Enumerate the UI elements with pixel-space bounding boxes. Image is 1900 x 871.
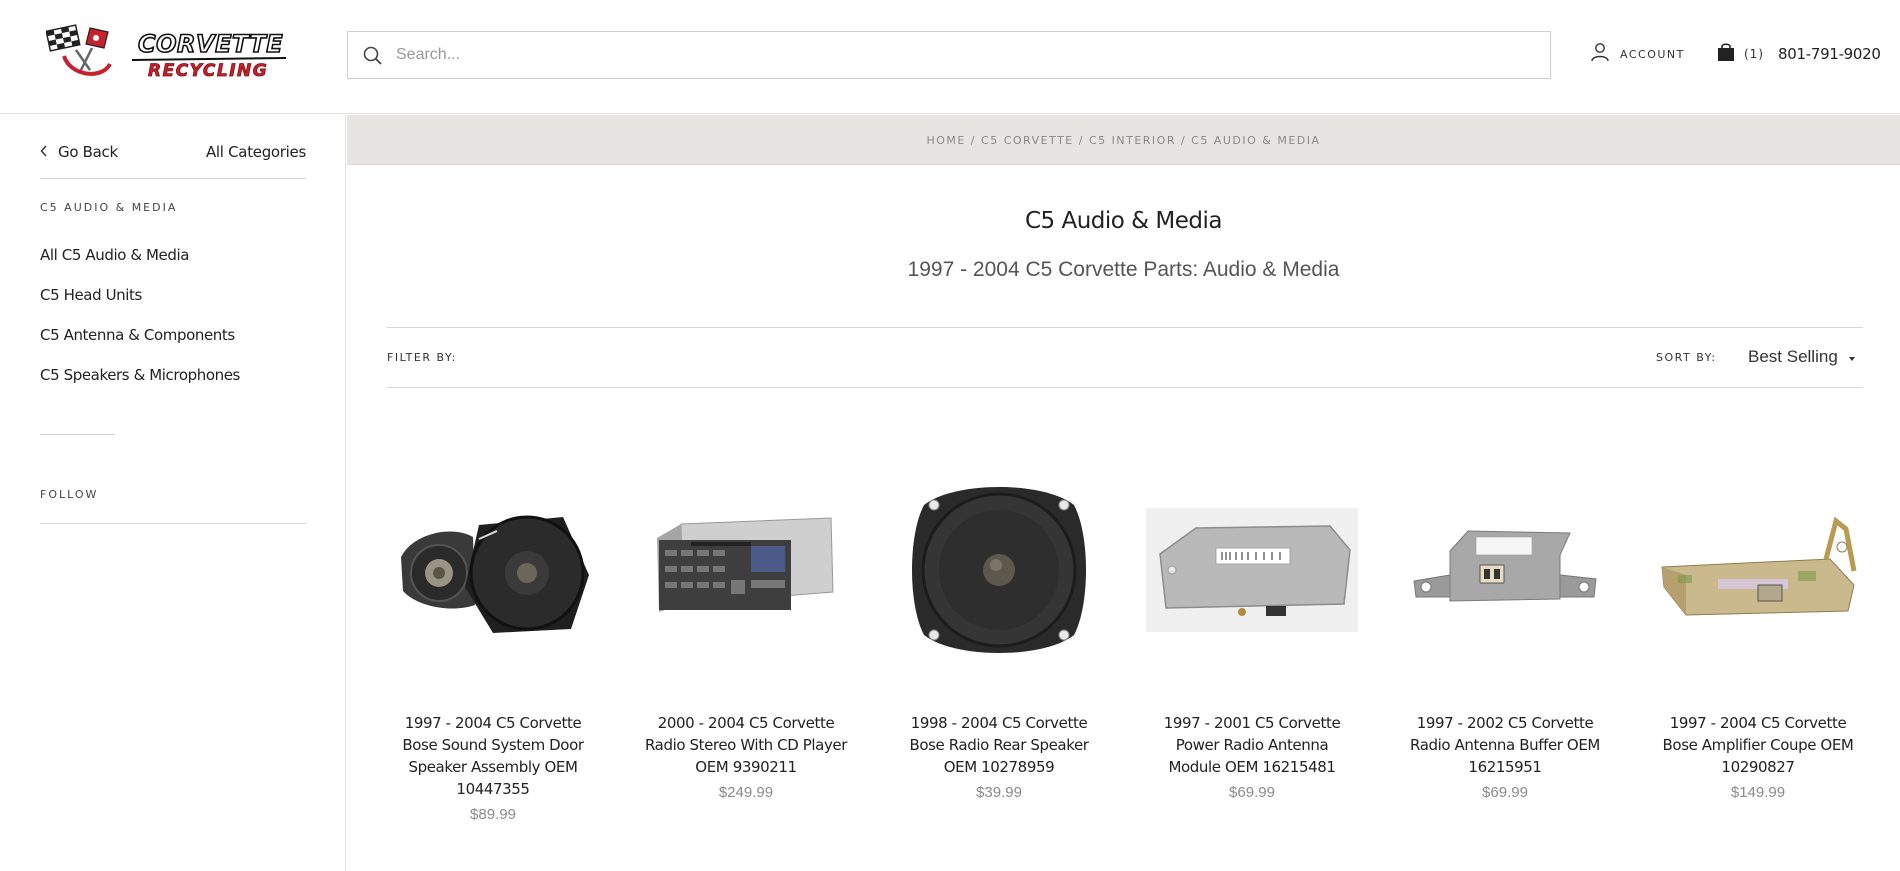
sidebar-item-speakers-microphones[interactable]: C5 Speakers & Microphones [40,366,240,406]
cart-count: (1) [1744,47,1764,61]
product-card[interactable]: 1997 - 2001 C5 Corvette Power Radio Ante… [1146,440,1358,801]
breadcrumb-c5-interior[interactable]: C5 INTERIOR [1089,134,1176,147]
product-card[interactable]: 1998 - 2004 C5 Corvette Bose Radio Rear … [893,440,1105,801]
sort-label: SORT BY: [1656,351,1717,364]
antenna-module-image[interactable] [1146,440,1358,700]
sidebar-heading: C5 AUDIO & MEDIA [40,201,178,214]
sidebar-item-all-audio-media[interactable]: All C5 Audio & Media [40,246,240,286]
breadcrumb-separator: / [1073,134,1089,147]
product-grid: 1997 - 2004 C5 Corvette Bose Sound Syste… [387,440,1863,860]
product-price: $89.99 [470,806,516,823]
sidebar-divider [40,434,115,435]
product-name[interactable]: 1998 - 2004 C5 Corvette Bose Radio Rear … [893,712,1105,778]
breadcrumb-separator: / [1175,134,1192,147]
product-card[interactable]: 1997 - 2004 C5 Corvette Bose Amplifier C… [1652,440,1864,801]
logo-text-top: CORVETTE [138,30,283,58]
product-price: $39.99 [976,784,1022,801]
chevron-left-icon [40,143,48,161]
filter-label[interactable]: FILTER BY: [387,351,457,364]
search-box[interactable] [347,31,1551,79]
sort-value: Best Selling [1748,347,1838,366]
all-categories-link[interactable]: All Categories [206,143,306,161]
breadcrumb-c5-corvette[interactable]: C5 CORVETTE [981,134,1074,147]
product-price: $69.99 [1482,784,1528,801]
go-back-label: Go Back [58,143,118,161]
crossed-flags-icon [45,24,112,76]
site-header: CORVETTE RECYCLING ACCOUNT (1) 801-791-9… [0,0,1900,114]
page-title: C5 Audio & Media [1024,208,1223,234]
product-card[interactable]: 1997 - 2004 C5 Corvette Bose Sound Syste… [387,440,599,823]
breadcrumb-home[interactable]: HOME [926,134,965,147]
page-subtitle: 1997 - 2004 C5 Corvette Parts: Audio & M… [907,258,1340,281]
cart-link[interactable]: (1) 801-791-9020 [1716,42,1881,66]
site-logo[interactable]: CORVETTE RECYCLING [45,20,296,86]
search-input[interactable] [396,42,1496,68]
account-link[interactable]: ACCOUNT [1590,42,1685,66]
caret-down-icon [1848,347,1856,367]
sidebar: Go Back All Categories C5 AUDIO & MEDIA … [0,115,346,871]
account-label: ACCOUNT [1620,47,1685,61]
amplifier-image[interactable] [1652,440,1864,700]
product-name[interactable]: 1997 - 2001 C5 Corvette Power Radio Ante… [1146,712,1358,778]
filter-sort-bar: FILTER BY: SORT BY: Best Selling [387,327,1863,388]
user-icon [1590,42,1610,67]
sidebar-item-head-units[interactable]: C5 Head Units [40,286,240,326]
radio-cd-player-image[interactable] [640,440,852,700]
product-price: $149.99 [1730,784,1786,801]
product-price: $69.99 [1229,784,1275,801]
logo-text-bottom: RECYCLING [148,61,268,81]
search-icon[interactable] [362,45,384,67]
product-name[interactable]: 2000 - 2004 C5 Corvette Radio Stereo Wit… [640,712,852,778]
rear-speaker-image[interactable] [893,440,1105,700]
phone-number[interactable]: 801-791-9020 [1778,45,1881,63]
product-name[interactable]: 1997 - 2004 C5 Corvette Bose Amplifier C… [1652,712,1864,778]
antenna-buffer-image[interactable] [1399,440,1611,700]
door-speaker-assembly-image[interactable] [387,440,599,700]
sidebar-category-list: All C5 Audio & Media C5 Head Units C5 An… [40,246,240,406]
product-name[interactable]: 1997 - 2004 C5 Corvette Bose Sound Syste… [387,712,599,800]
sidebar-item-antenna-components[interactable]: C5 Antenna & Components [40,326,240,366]
sort-select[interactable]: Best Selling [1748,347,1856,367]
sidebar-nav-top: Go Back All Categories [40,129,306,179]
product-name[interactable]: 1997 - 2002 C5 Corvette Radio Antenna Bu… [1399,712,1611,778]
breadcrumb-separator: / [965,134,982,147]
follow-heading: FOLLOW [40,488,306,524]
product-card[interactable]: 1997 - 2002 C5 Corvette Radio Antenna Bu… [1399,440,1611,801]
go-back-link[interactable]: Go Back [40,143,118,161]
breadcrumb-current: C5 AUDIO & MEDIA [1191,134,1321,147]
product-card[interactable]: 2000 - 2004 C5 Corvette Radio Stereo Wit… [640,440,852,801]
product-price: $249.99 [718,784,774,801]
shopping-bag-icon [1716,42,1736,67]
breadcrumb: HOME / C5 CORVETTE / C5 INTERIOR / C5 AU… [347,115,1900,165]
